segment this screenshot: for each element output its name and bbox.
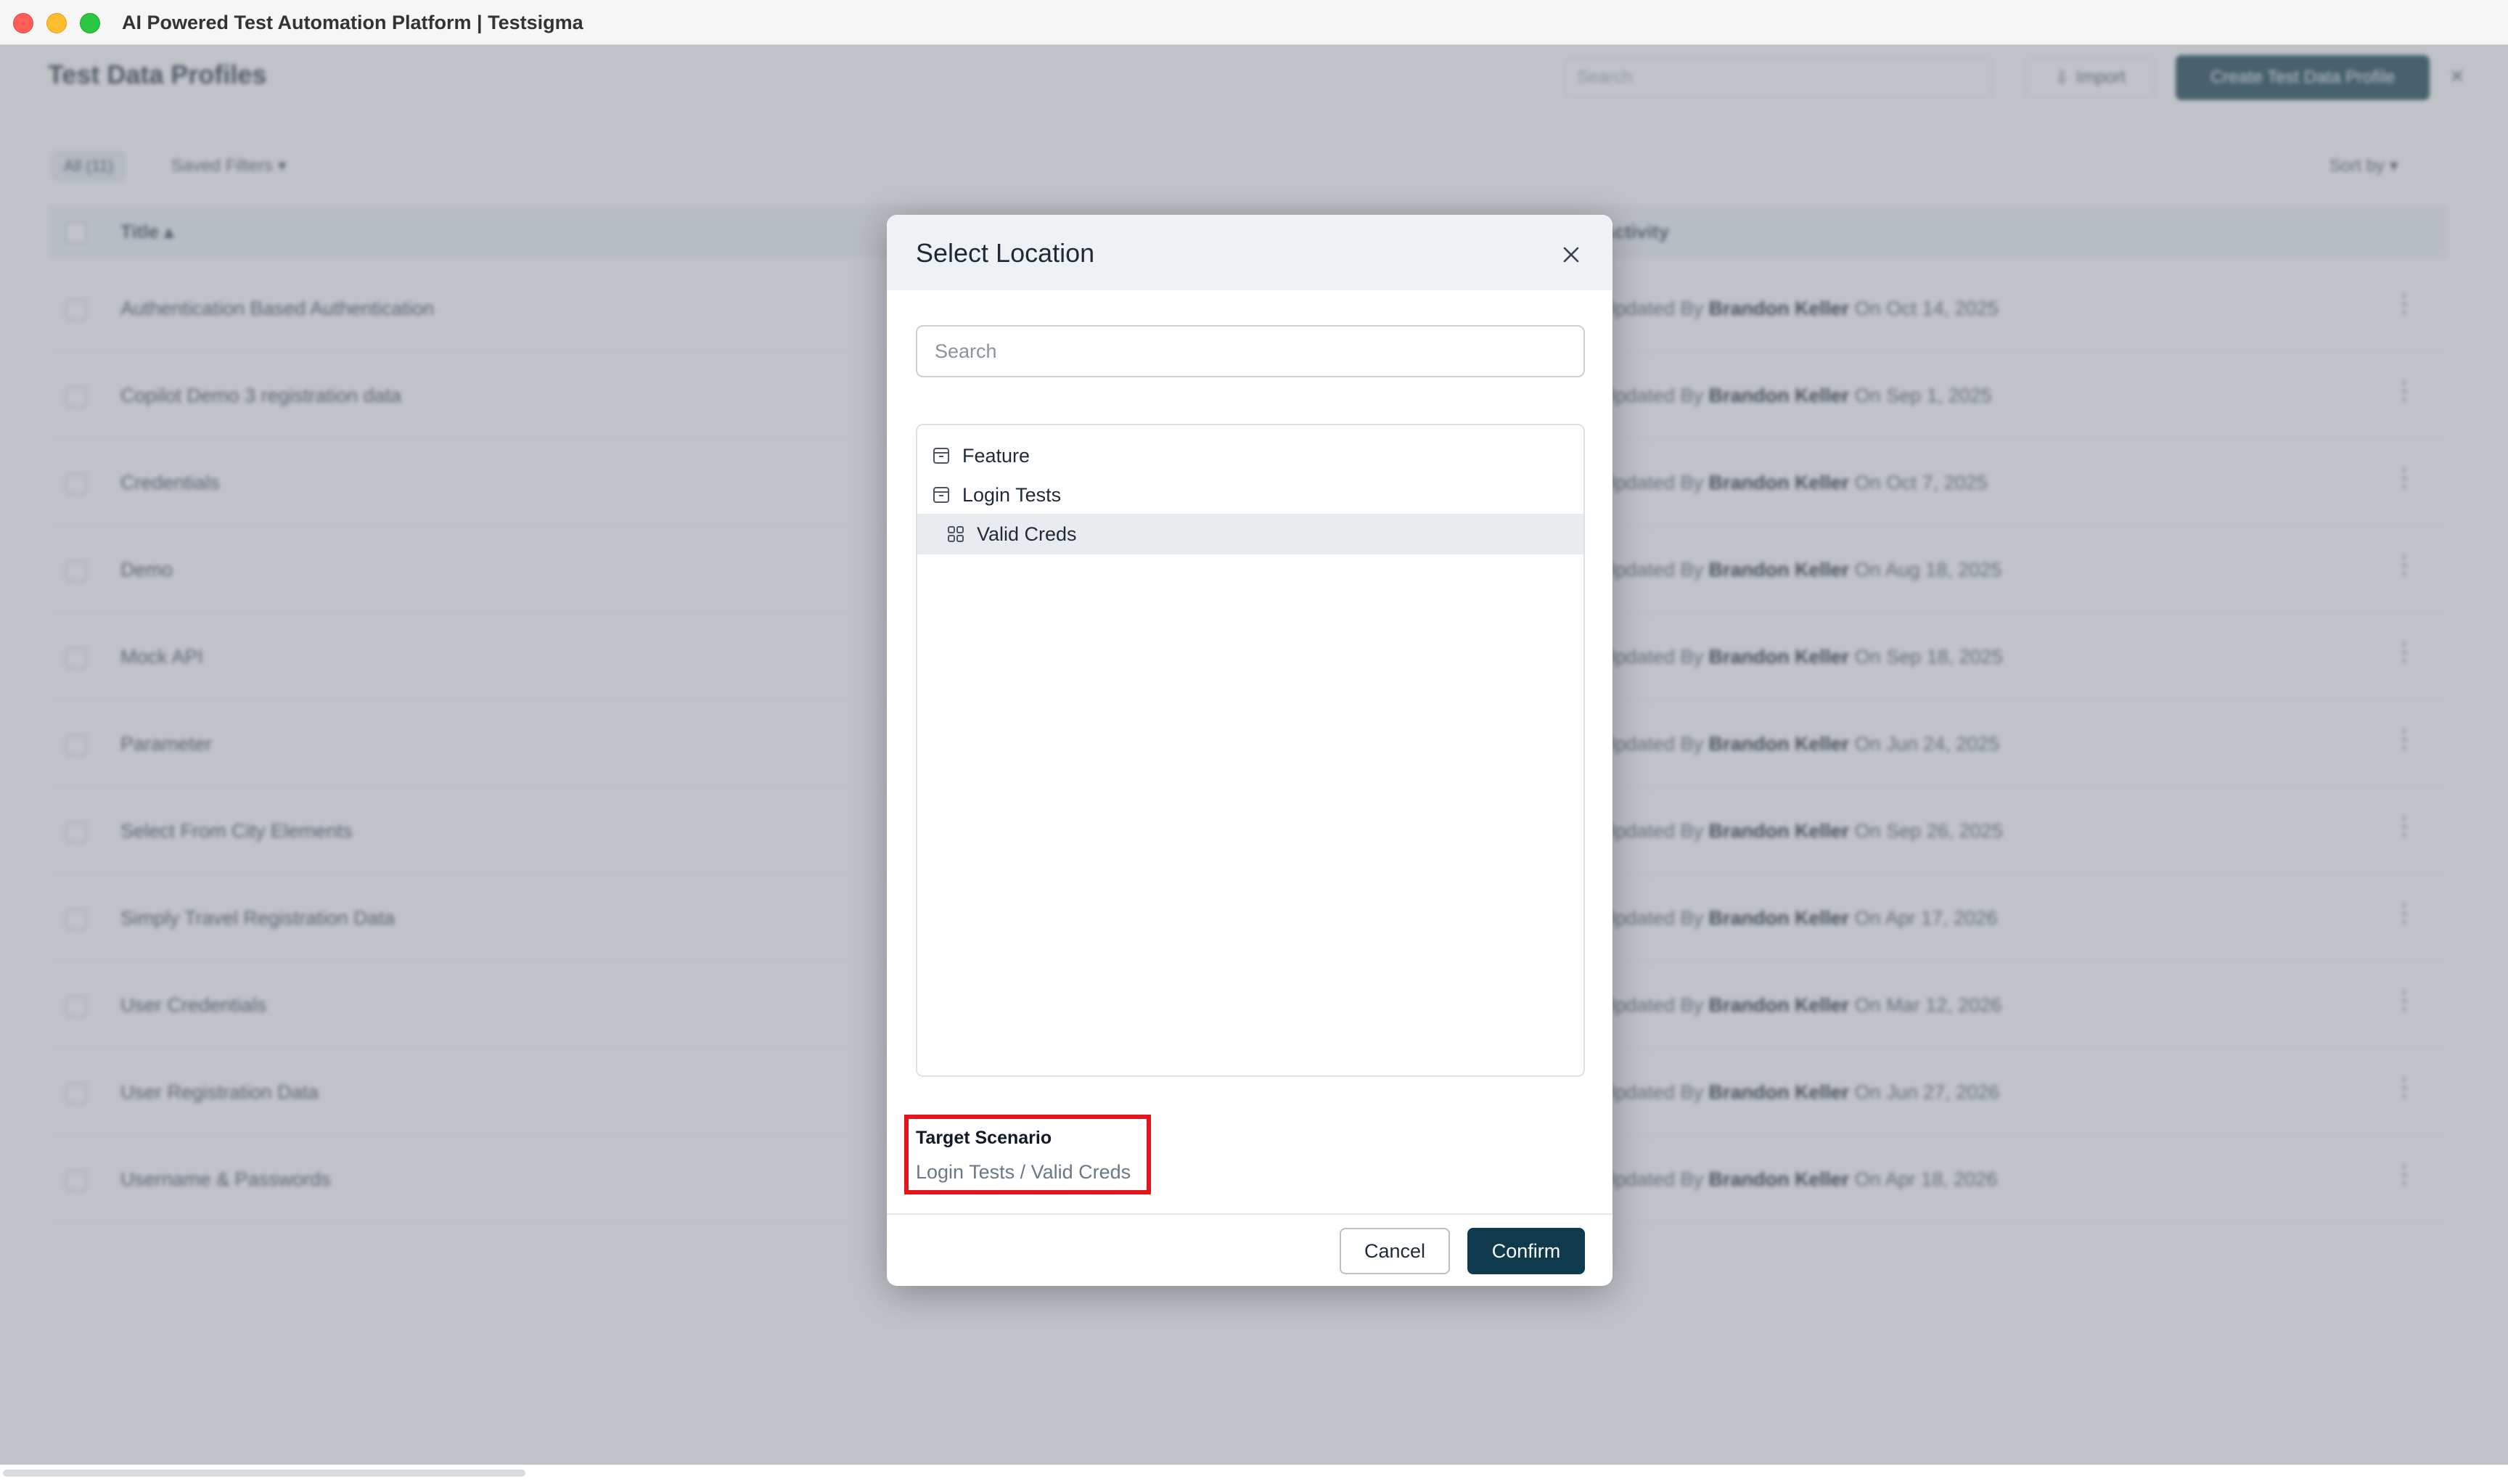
dialog-title: Select Location: [916, 238, 1095, 268]
window-maximize-button[interactable]: [80, 13, 100, 33]
horizontal-scrollbar[interactable]: [0, 1464, 2508, 1484]
select-location-dialog: Select Location Feature Login Tests: [887, 215, 1612, 1286]
window-title: AI Powered Test Automation Platform | Te…: [122, 12, 583, 33]
feature-icon: [933, 448, 949, 464]
feature-icon: [933, 487, 949, 503]
tree-item-valid-creds[interactable]: Valid Creds: [917, 514, 1583, 554]
tree-item-label: Login Tests: [962, 483, 1062, 506]
window-titlebar: AI Powered Test Automation Platform | Te…: [0, 0, 2508, 45]
cancel-button[interactable]: Cancel: [1340, 1228, 1450, 1274]
close-icon[interactable]: [1560, 244, 1582, 266]
tree-item-feature[interactable]: Feature: [917, 435, 1583, 476]
scenario-grid-icon: [948, 526, 964, 542]
tree-item-label: Feature: [962, 444, 1030, 467]
confirm-button[interactable]: Confirm: [1467, 1228, 1585, 1274]
tree-item-label: Valid Creds: [977, 522, 1077, 545]
dialog-header: Select Location: [887, 215, 1612, 290]
scrollbar-thumb[interactable]: [3, 1469, 525, 1477]
tree-item-login-tests[interactable]: Login Tests: [917, 475, 1583, 515]
target-scenario-label: Target Scenario: [916, 1128, 1052, 1148]
location-search-input[interactable]: [916, 325, 1585, 377]
location-tree: Feature Login Tests Valid Creds: [916, 424, 1585, 1077]
window-close-button[interactable]: [13, 13, 33, 33]
dialog-footer: Cancel Confirm: [887, 1213, 1612, 1286]
target-scenario-path: Login Tests / Valid Creds: [916, 1161, 1131, 1183]
window-minimize-button[interactable]: [46, 13, 67, 33]
